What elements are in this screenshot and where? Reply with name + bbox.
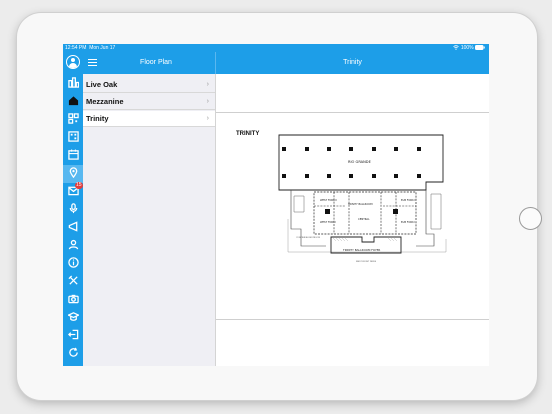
rail-qr-code-button[interactable] xyxy=(63,111,83,129)
info-icon xyxy=(67,255,79,273)
navigation-bar: Floor Plan Trinity xyxy=(63,52,489,74)
calendar-icon xyxy=(67,147,79,165)
attendees-icon xyxy=(68,237,79,255)
status-date: Mon Jun 17 xyxy=(89,45,116,51)
room-central: CENTRAL xyxy=(358,217,370,221)
floor-plan-map[interactable]: RIO GRANDE WEST FORK II TRINITY BALLROOM… xyxy=(276,134,456,264)
chevron-right-icon: › xyxy=(206,98,209,105)
plan-top-border xyxy=(216,112,489,113)
logout-icon xyxy=(67,327,79,345)
inbox-badge: 15 xyxy=(75,182,83,189)
qr-code-icon xyxy=(67,111,79,129)
room-rio-grande: RIO GRANDE xyxy=(348,160,372,164)
room-restroom: CONCIERGE RESTROOM xyxy=(296,237,320,239)
rail-megaphone-button[interactable] xyxy=(63,219,83,237)
floor-list: Live Oak › Mezzanine › Trinity › xyxy=(83,74,216,366)
location-pin-icon xyxy=(68,165,79,183)
rail-camera-button[interactable] xyxy=(63,291,83,309)
room-elm-fork-i: ELM FORK I xyxy=(401,220,416,224)
battery-percent: 100% xyxy=(460,45,474,51)
refresh-icon xyxy=(68,345,79,363)
rail-refresh-button[interactable] xyxy=(63,345,83,363)
status-time: 12:54 PM xyxy=(65,45,87,51)
rail-inbox-button[interactable]: 15 xyxy=(63,182,83,201)
floor-list-item-label: Trinity xyxy=(86,114,109,123)
room-west-fork-i: WEST FORK I xyxy=(320,220,337,224)
room-elm-fork-ii: ELM FORK II xyxy=(401,198,416,202)
floor-list-item-label: Mezzanine xyxy=(86,97,124,106)
microphone-icon xyxy=(68,201,79,219)
rail-attendees-button[interactable] xyxy=(63,237,83,255)
rail-qr-scan-button[interactable] xyxy=(63,129,83,147)
floor-list-item-label: Live Oak xyxy=(86,80,118,89)
floor-list-item[interactable]: Mezzanine › xyxy=(83,94,215,110)
floor-list-item[interactable]: Live Oak › xyxy=(83,77,215,93)
floor-plan-detail: TRINITY RIO GRANDE WEST FORK II TRINITY … xyxy=(216,74,489,366)
chevron-right-icon: › xyxy=(206,115,209,122)
street-label: WEST FRONT DRIVE xyxy=(356,261,377,263)
sponsors-icon xyxy=(67,75,79,93)
rail-microphone-button[interactable] xyxy=(63,201,83,219)
camera-icon xyxy=(67,291,79,309)
battery-icon xyxy=(475,45,485,51)
qr-scan-icon xyxy=(67,129,79,147)
crossed-tools-icon xyxy=(67,273,79,291)
master-title: Floor Plan xyxy=(140,59,172,66)
graduation-cap-icon xyxy=(66,309,80,327)
room-foyer: TRINITY BALLROOM FOYER xyxy=(342,248,380,252)
room-west-fork-ii: WEST FORK II xyxy=(320,198,337,202)
sidebar-rail: 15 xyxy=(63,74,83,366)
wifi-icon xyxy=(453,45,460,51)
app-screen: 12:54 PM Mon Jun 17 100% Floor Plan Trin… xyxy=(63,44,489,366)
status-bar: 12:54 PM Mon Jun 17 100% xyxy=(63,44,489,52)
rail-logout-button[interactable] xyxy=(63,327,83,345)
rail-sponsors-button[interactable] xyxy=(63,75,83,93)
room-trinity-ballroom: TRINITY BALLROOM xyxy=(348,202,373,206)
plan-bottom-border xyxy=(216,319,489,320)
status-time-date: 12:54 PM Mon Jun 17 xyxy=(65,44,115,52)
home-button[interactable] xyxy=(519,207,542,230)
status-right: 100% xyxy=(453,44,485,52)
rail-info-button[interactable] xyxy=(63,255,83,273)
rail-graduation-cap-button[interactable] xyxy=(63,309,83,327)
hamburger-menu-icon[interactable] xyxy=(88,58,97,67)
rail-home-button[interactable] xyxy=(63,93,83,111)
megaphone-icon xyxy=(68,219,79,237)
floor-plan-title: TRINITY xyxy=(236,131,260,137)
rail-location-pin-button[interactable] xyxy=(63,165,83,183)
profile-avatar-icon[interactable] xyxy=(66,55,80,69)
chevron-right-icon: › xyxy=(206,81,209,88)
home-icon xyxy=(68,93,79,111)
rail-calendar-button[interactable] xyxy=(63,147,83,165)
detail-title: Trinity xyxy=(343,59,362,66)
rail-crossed-tools-button[interactable] xyxy=(63,273,83,291)
floor-list-item[interactable]: Trinity › xyxy=(83,111,215,127)
